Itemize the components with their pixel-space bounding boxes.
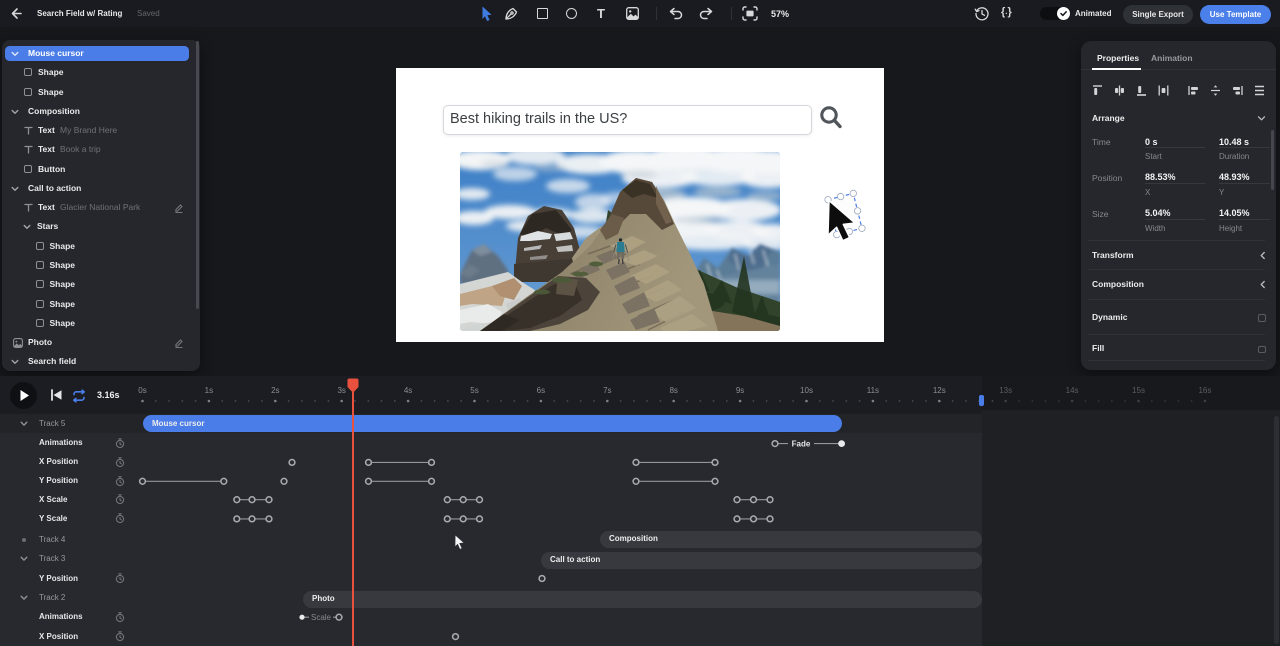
svg-text:Scale: Scale — [311, 613, 332, 622]
svg-text:Fade: Fade — [792, 440, 811, 449]
